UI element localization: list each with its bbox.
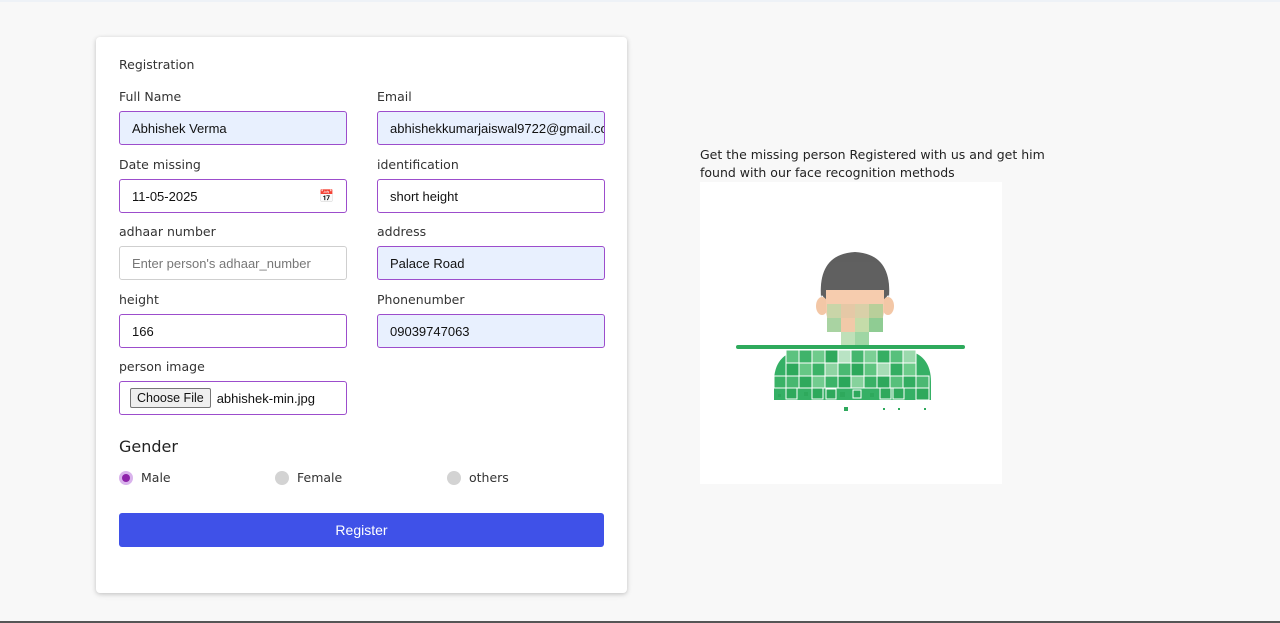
email-label: Email: [377, 89, 412, 104]
address-input[interactable]: Palace Road: [377, 246, 605, 280]
date-missing-label: Date missing: [119, 157, 201, 172]
date-missing-input[interactable]: 11-05-2025 📅: [119, 179, 347, 213]
face-scan-icon: [736, 252, 965, 411]
calendar-icon[interactable]: 📅: [319, 189, 334, 203]
registration-card: Registration Full Name Abhishek Verma Em…: [96, 37, 627, 593]
adhaar-field: adhaar number Enter person's adhaar_numb…: [119, 223, 347, 280]
identification-label: identification: [377, 157, 459, 172]
full-name-field: Full Name Abhishek Verma: [119, 88, 347, 145]
radio-female-label: Female: [297, 470, 343, 485]
email-field: Email abhishekkumarjaiswal9722@gmail.com: [377, 88, 605, 145]
gender-option-female[interactable]: Female: [275, 470, 342, 485]
face-scan-illustration: [700, 182, 1002, 484]
form-title: Registration: [119, 57, 195, 72]
gender-option-male[interactable]: Male: [119, 470, 171, 485]
radio-others[interactable]: [447, 470, 461, 485]
phone-input[interactable]: 09039747063: [377, 314, 605, 348]
height-label: height: [119, 292, 159, 307]
adhaar-label: adhaar number: [119, 224, 216, 239]
person-image-input: Choose File abhishek-min.jpg: [119, 381, 347, 415]
height-input[interactable]: 166: [119, 314, 347, 348]
identification-field: identification short height: [377, 156, 605, 213]
choose-file-button[interactable]: Choose File: [130, 388, 211, 408]
height-field: height 166: [119, 291, 347, 348]
full-name-input[interactable]: Abhishek Verma: [119, 111, 347, 145]
identification-input[interactable]: short height: [377, 179, 605, 213]
person-image-label: person image: [119, 359, 205, 374]
phone-field: Phonenumber 09039747063: [377, 291, 605, 348]
person-image-field: person image Choose File abhishek-min.jp…: [119, 358, 347, 415]
gender-title: Gender: [119, 437, 178, 456]
file-name: abhishek-min.jpg: [216, 390, 315, 406]
address-field: address Palace Road: [377, 223, 605, 280]
address-label: address: [377, 224, 427, 239]
register-button[interactable]: Register: [119, 513, 604, 547]
date-missing-field: Date missing 11-05-2025 📅: [119, 156, 347, 213]
tagline-text: Get the missing person Registered with u…: [700, 147, 1045, 180]
full-name-label: Full Name: [119, 89, 182, 104]
radio-others-label: others: [469, 470, 509, 485]
date-missing-value: 11-05-2025: [132, 188, 198, 204]
radio-male-label: Male: [141, 470, 171, 485]
radio-female[interactable]: [275, 470, 289, 485]
radio-male[interactable]: [119, 470, 133, 485]
adhaar-input[interactable]: Enter person's adhaar_number: [119, 246, 347, 280]
gender-option-others[interactable]: others: [447, 470, 509, 485]
email-input[interactable]: abhishekkumarjaiswal9722@gmail.com: [377, 111, 605, 145]
phone-label: Phonenumber: [377, 292, 465, 307]
